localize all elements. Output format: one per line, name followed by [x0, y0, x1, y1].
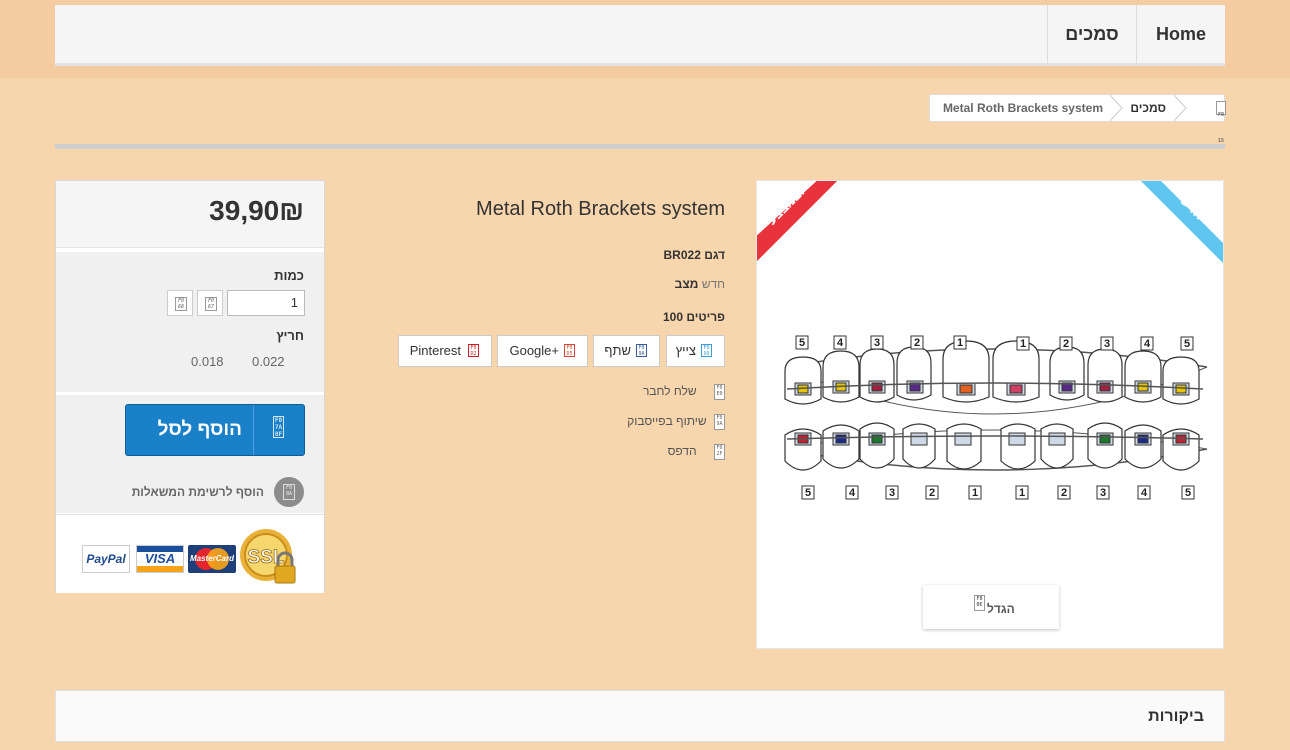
- quantity-increase-button[interactable]: F0 67: [197, 290, 223, 316]
- svg-text:1: 1: [972, 487, 978, 499]
- visa-logo: VISA: [136, 545, 184, 573]
- svg-text:3: 3: [1104, 338, 1110, 350]
- paypal-logo: PayPal: [82, 545, 130, 573]
- svg-text:1: 1: [1019, 487, 1025, 499]
- svg-text:3: 3: [889, 487, 895, 499]
- svg-text:1: 1: [957, 337, 963, 349]
- svg-text:3: 3: [874, 337, 880, 349]
- envelope-icon: F0 E0: [714, 384, 725, 400]
- svg-text:4: 4: [837, 337, 844, 349]
- reviews-panel: ביקורות: [55, 690, 1225, 742]
- model-label: דגם: [704, 248, 725, 262]
- svg-text:4: 4: [1144, 338, 1151, 350]
- top-nav: Home סמכים: [55, 5, 1225, 66]
- reviews-title: ביקורות: [1148, 708, 1204, 725]
- quantity-decrease-button[interactable]: F0 68: [167, 290, 193, 316]
- svg-text:5: 5: [1185, 487, 1191, 499]
- breadcrumb-current: Metal Roth Brackets system: [942, 101, 1103, 115]
- model-value: BR022: [663, 248, 701, 262]
- nav-category[interactable]: סמכים: [1047, 5, 1136, 63]
- google-plus-button[interactable]: F0 D5 Google+: [497, 335, 588, 367]
- add-to-wishlist-link[interactable]: הוסף לרשימת המשאלות: [132, 485, 264, 499]
- condition-row: חדש מצב: [675, 277, 725, 291]
- quantity-input[interactable]: 1: [227, 290, 305, 316]
- facebook-icon: F0 9A: [714, 414, 725, 430]
- breadcrumb-category[interactable]: סמכים: [1130, 95, 1166, 121]
- zoom-icon: F0 0E: [974, 595, 985, 611]
- slot-label: חריץ: [276, 328, 304, 343]
- chevron-icon: [1174, 95, 1187, 121]
- svg-text:4: 4: [1141, 487, 1148, 499]
- svg-text:5: 5: [1184, 338, 1190, 350]
- heart-icon[interactable]: F0 8A: [274, 477, 304, 507]
- plus-icon: F0 67: [205, 297, 217, 311]
- model-row: BR022 דגם: [664, 248, 725, 262]
- add-to-cart-button[interactable]: הוסף לסל F0 7A 8F: [125, 404, 305, 456]
- product-image[interactable]: במבצע! חדש 5 4 3 2 1 1 2 3 4 5 5 4 3 2 1…: [757, 181, 1224, 649]
- svg-text:5: 5: [805, 487, 811, 499]
- product-image-box: במבצע! חדש 5 4 3 2 1 1 2 3 4 5 5 4 3 2 1…: [756, 180, 1224, 649]
- divider: [55, 144, 1225, 149]
- stock-count: 100 פריטים: [663, 310, 725, 324]
- facebook-icon: F0 9A: [636, 344, 647, 357]
- price: 39,90₪: [209, 195, 304, 226]
- svg-text:3: 3: [1100, 487, 1106, 499]
- mastercard-logo: MasterCard: [188, 545, 236, 573]
- svg-text:2: 2: [1063, 338, 1069, 350]
- chevron-icon: [1110, 95, 1123, 121]
- send-to-friend-link[interactable]: שלח לחבר F0 E0: [643, 384, 725, 400]
- svg-text:2: 2: [929, 487, 935, 499]
- buy-box: 39,90₪ כמות 1 F0 67 F0 68 חריץ 0.022 0.018…: [55, 180, 325, 593]
- facebook-share-link[interactable]: שיתוף בפייסבוק F0 9A: [627, 414, 725, 430]
- new-ribbon: [1141, 181, 1223, 263]
- slot-option[interactable]: 0.018: [191, 354, 224, 369]
- slot-option[interactable]: 0.022: [252, 354, 285, 369]
- facebook-share-button[interactable]: F0 9A שתף: [593, 335, 660, 367]
- minus-icon: F0 68: [175, 297, 187, 311]
- add-to-cart-label: הוסף לסל: [157, 419, 242, 440]
- payment-logos: SSL MasterCard VISA PayPal: [56, 514, 324, 593]
- svg-text:2: 2: [914, 337, 920, 349]
- svg-text:1: 1: [1020, 338, 1026, 350]
- condition-label: מצב: [674, 277, 699, 291]
- condition-value: חדש: [701, 277, 725, 291]
- tweet-button[interactable]: F0 99 צייץ: [666, 335, 725, 367]
- ssl-badge-icon: SSL: [240, 529, 296, 584]
- product-title: Metal Roth Brackets system: [476, 198, 725, 220]
- price-panel: 39,90₪: [56, 181, 324, 248]
- twitter-icon: F0 99: [701, 344, 712, 357]
- print-icon: F0 2F: [714, 444, 725, 460]
- pinterest-button[interactable]: F0 D2 Pinterest: [398, 335, 492, 367]
- google-plus-icon: F0 D5: [564, 344, 575, 357]
- print-link[interactable]: הדפס F0 2F: [668, 444, 725, 460]
- svg-text:4: 4: [849, 487, 856, 499]
- nav-home[interactable]: Home: [1136, 5, 1225, 63]
- pinterest-icon: F0 D2: [468, 344, 479, 357]
- cart-icon: F0 7A 8F: [273, 416, 284, 438]
- svg-text:2: 2: [1061, 487, 1067, 499]
- quantity-label: כמות: [274, 268, 304, 283]
- enlarge-button[interactable]: F0 0E הגדל: [923, 585, 1059, 629]
- breadcrumb: F0 15 סמכים Metal Roth Brackets system: [929, 94, 1226, 144]
- svg-text:5: 5: [799, 337, 805, 349]
